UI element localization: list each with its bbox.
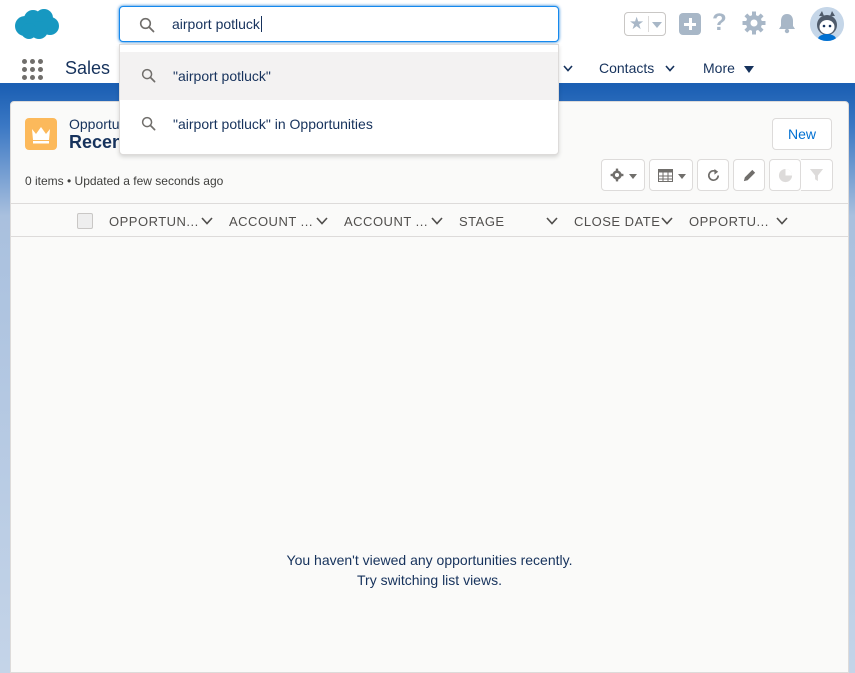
column-header-stage[interactable]: STAGE	[459, 214, 505, 229]
star-icon: ★	[629, 14, 645, 33]
select-all-checkbox[interactable]	[77, 213, 93, 229]
plus-icon[interactable]	[679, 13, 701, 35]
chevron-down-icon[interactable]	[776, 217, 788, 225]
edit-button[interactable]	[733, 159, 765, 191]
list-view-card: Opportunities Recently Viewed New 0 item…	[10, 101, 849, 673]
table-header: OPPORTUN... ACCOUNT ... ACCOUNT ... STAG…	[11, 203, 848, 237]
pencil-icon	[743, 169, 756, 182]
caret-down-icon	[629, 174, 637, 179]
search-icon	[141, 68, 156, 83]
empty-state-message: You haven't viewed any opportunities rec…	[286, 552, 573, 568]
nav-item-more[interactable]: More	[703, 60, 735, 76]
chevron-down-icon[interactable]	[652, 22, 662, 28]
chevron-down-icon[interactable]	[563, 65, 573, 72]
chevron-down-icon[interactable]	[546, 217, 558, 225]
favorites-divider	[648, 16, 649, 32]
column-header-opportunity-name[interactable]: OPPORTUN...	[109, 214, 199, 229]
refresh-icon	[707, 168, 720, 182]
bell-icon[interactable]	[776, 12, 798, 34]
chevron-down-icon[interactable]	[661, 217, 673, 225]
global-header: airport potluck ★ ?	[0, 0, 855, 49]
empty-state-hint: Try switching list views.	[357, 572, 502, 588]
app-name: Sales	[65, 58, 111, 78]
chevron-down-icon[interactable]	[316, 217, 328, 225]
pie-chart-icon	[778, 168, 793, 183]
filter-button[interactable]	[801, 159, 833, 191]
nav-item-contacts[interactable]: Contacts	[599, 60, 654, 76]
refresh-button[interactable]	[697, 159, 729, 191]
chevron-down-icon[interactable]	[665, 65, 675, 72]
search-input-value: airport potluck	[172, 16, 260, 32]
search-suggestions-dropdown: "airport potluck" "airport potluck" in O…	[119, 44, 559, 155]
table-icon	[658, 169, 673, 182]
column-header-close-date[interactable]: CLOSE DATE	[574, 214, 660, 229]
chevron-down-icon[interactable]	[201, 217, 213, 225]
list-status-text: 0 items • Updated a few seconds ago	[25, 174, 224, 188]
search-suggestion-item[interactable]: "airport potluck" in Opportunities	[120, 100, 558, 148]
crown-icon	[25, 118, 57, 150]
astro-avatar-icon	[810, 7, 844, 41]
search-icon	[141, 116, 156, 131]
suggestion-label: "airport potluck"	[173, 68, 271, 84]
display-as-button[interactable]	[649, 159, 693, 191]
caret-down-icon	[678, 174, 686, 179]
column-header-account-name[interactable]: ACCOUNT ...	[229, 214, 313, 229]
column-header-account-site[interactable]: ACCOUNT ...	[344, 214, 428, 229]
favorites-button[interactable]: ★	[624, 12, 666, 36]
app-launcher-icon[interactable]	[22, 59, 43, 80]
user-avatar[interactable]	[810, 7, 844, 41]
gear-icon[interactable]	[742, 11, 766, 35]
list-settings-button[interactable]	[601, 159, 645, 191]
charts-button[interactable]	[769, 159, 801, 191]
caret-down-icon[interactable]	[744, 66, 754, 73]
search-input[interactable]: airport potluck	[172, 16, 262, 32]
salesforce-logo-icon[interactable]	[12, 7, 60, 41]
gear-icon	[610, 168, 624, 182]
global-search-box[interactable]: airport potluck	[119, 6, 559, 42]
search-suggestion-item[interactable]: "airport potluck"	[120, 52, 558, 100]
suggestion-label: "airport potluck" in Opportunities	[173, 116, 373, 132]
filter-icon	[809, 168, 824, 182]
text-caret	[260, 16, 262, 32]
question-icon[interactable]: ?	[712, 10, 727, 36]
column-header-opportunity-owner[interactable]: OPPORTU...	[689, 214, 769, 229]
new-button[interactable]: New	[772, 118, 832, 150]
search-icon	[139, 17, 155, 33]
chevron-down-icon[interactable]	[431, 217, 443, 225]
